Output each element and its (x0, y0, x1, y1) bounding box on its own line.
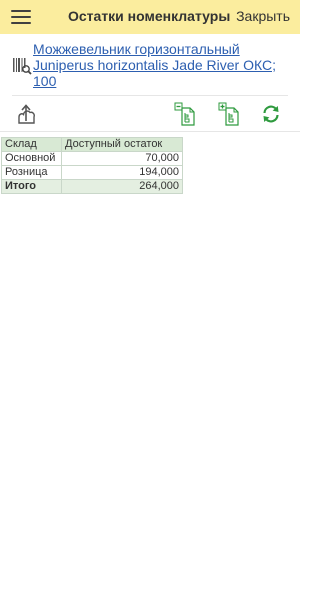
column-header-warehouse[interactable]: Склад (1, 137, 62, 152)
table-header-row: Склад Доступный остаток (1, 137, 183, 152)
upload-icon[interactable] (14, 102, 38, 126)
total-row: Итого 264,000 (1, 179, 183, 194)
divider (12, 95, 288, 96)
stock-table: Склад Доступный остаток Основной 70,000 … (1, 137, 183, 194)
item-name-link[interactable]: Можжевельник горизонтальный Juniperus ho… (33, 41, 293, 89)
expand-all-icon[interactable] (217, 102, 241, 126)
item-header: Можжевельник горизонтальный Juniperus ho… (12, 41, 294, 91)
refresh-icon[interactable] (261, 104, 281, 124)
total-label: Итого (1, 179, 62, 194)
page-title: Остатки номенклатуры (68, 8, 231, 24)
column-header-available[interactable]: Доступный остаток (61, 137, 183, 152)
available-cell: 194,000 (61, 165, 183, 180)
available-cell: 70,000 (61, 151, 183, 166)
total-value: 264,000 (61, 179, 183, 194)
table-row[interactable]: Розница 194,000 (1, 165, 183, 180)
warehouse-cell: Розница (1, 165, 62, 180)
app-header: Остатки номенклатуры Закрыть (0, 0, 300, 34)
collapse-all-icon[interactable] (173, 102, 197, 126)
warehouse-cell: Основной (1, 151, 62, 166)
divider (0, 131, 300, 132)
table-row[interactable]: Основной 70,000 (1, 151, 183, 166)
barcode-search-icon (13, 58, 32, 75)
close-button[interactable]: Закрыть (236, 8, 290, 24)
hamburger-menu-icon[interactable] (11, 10, 33, 26)
